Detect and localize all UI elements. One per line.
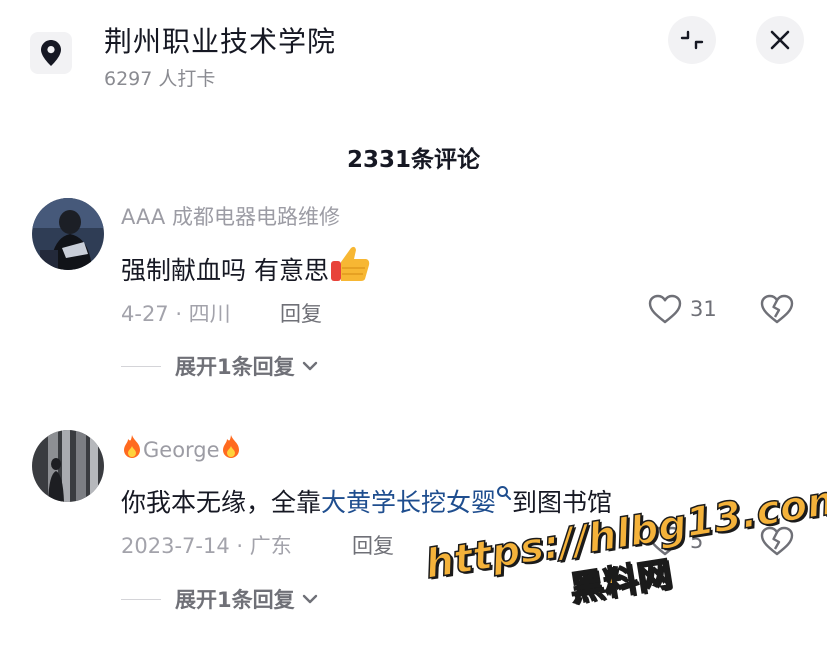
watermark-name: 黑料网 bbox=[567, 553, 676, 610]
checkin-count: 6297 人打卡 bbox=[104, 68, 216, 90]
reply-button[interactable]: 回复 bbox=[280, 298, 322, 328]
reply-button[interactable]: 回复 bbox=[352, 530, 394, 560]
like-button[interactable]: 31 bbox=[648, 294, 717, 324]
comment-count-title: 2331条评论 bbox=[346, 147, 480, 173]
avatar[interactable] bbox=[32, 430, 104, 502]
expand-replies-button[interactable]: 展开1条回复 bbox=[121, 584, 319, 614]
fire-emoji-icon bbox=[121, 434, 143, 465]
broken-heart-icon bbox=[760, 526, 794, 556]
dislike-button[interactable] bbox=[760, 526, 794, 560]
expand-replies-label: 展开1条回复 bbox=[175, 588, 295, 612]
chevron-down-icon bbox=[302, 594, 317, 604]
like-count: 31 bbox=[690, 297, 717, 321]
dislike-button[interactable] bbox=[760, 294, 794, 328]
chevron-down-icon bbox=[302, 361, 317, 371]
collapse-button[interactable] bbox=[668, 16, 716, 64]
like-button[interactable]: 5 bbox=[648, 526, 703, 556]
comment-text: 你我本无缘，全靠大黄学长挖女婴 到图书馆 bbox=[121, 478, 612, 519]
place-title[interactable]: 荆州职业技术学院 bbox=[104, 20, 336, 60]
comment-username: George bbox=[143, 438, 220, 462]
comment-username[interactable]: AAA 成都电器电路维修 bbox=[121, 201, 340, 231]
heart-icon bbox=[648, 526, 682, 556]
like-count: 5 bbox=[690, 529, 704, 553]
comment-username-row[interactable]: George bbox=[121, 434, 242, 465]
broken-heart-icon bbox=[760, 294, 794, 324]
thumbs-up-emoji-icon bbox=[329, 245, 371, 289]
close-icon bbox=[770, 30, 790, 50]
comment-date-location: 4-27 · 四川 bbox=[121, 302, 231, 326]
close-button[interactable] bbox=[756, 16, 804, 64]
search-icon[interactable] bbox=[496, 478, 512, 507]
divider bbox=[121, 365, 161, 367]
divider bbox=[121, 598, 161, 600]
comment-text: 强制献血吗 有意思 bbox=[121, 245, 371, 289]
expand-replies-label: 展开1条回复 bbox=[175, 355, 295, 379]
collapse-arrows-icon bbox=[680, 30, 704, 50]
place-header: 荆州职业技术学院 6297 人打卡 bbox=[0, 0, 827, 110]
comment-text-after: 到图书馆 bbox=[512, 488, 613, 517]
heart-icon bbox=[648, 294, 682, 324]
comment-text-body: 强制献血吗 有意思 bbox=[121, 256, 329, 285]
fire-emoji-icon bbox=[220, 434, 242, 465]
comment-date-location: 2023-7-14 · 广东 bbox=[121, 534, 292, 558]
avatar[interactable] bbox=[32, 198, 104, 270]
comment-text-before: 你我本无缘，全靠 bbox=[121, 488, 322, 517]
location-pin-icon bbox=[30, 32, 72, 74]
expand-replies-button[interactable]: 展开1条回复 bbox=[121, 351, 319, 381]
search-link[interactable]: 大黄学长挖女婴 bbox=[321, 488, 496, 517]
